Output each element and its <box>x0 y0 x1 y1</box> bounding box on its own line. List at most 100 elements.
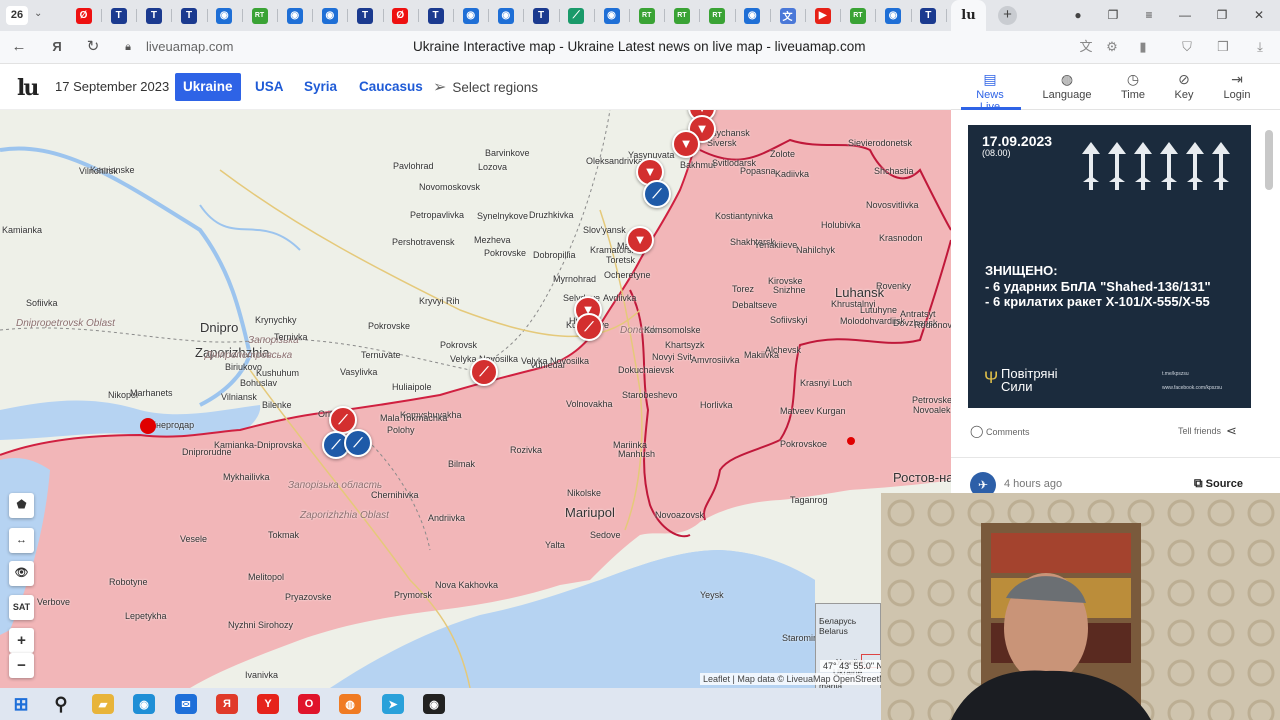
back-button[interactable]: ← <box>8 37 30 57</box>
browser-tab[interactable]: T <box>418 0 453 31</box>
lock-icon[interactable]: 🔒︎ <box>117 37 139 57</box>
site-logo[interactable]: lu <box>17 75 39 101</box>
city-label: Zaporizhzhia Oblast <box>300 510 389 521</box>
restore-button[interactable]: ❐ <box>1210 4 1234 26</box>
event-dot-marker[interactable] <box>847 437 855 445</box>
edge-icon[interactable]: ◉ <box>133 694 155 714</box>
shooting-marker[interactable]: ⟋ <box>643 180 671 208</box>
browser-tab[interactable]: Ø <box>383 0 418 31</box>
browser-tab[interactable]: RT <box>840 0 875 31</box>
browser-tab[interactable]: ◉ <box>207 0 242 31</box>
url-field[interactable]: liveuamap.com <box>146 39 233 54</box>
browser-tab[interactable]: ◉ <box>453 0 488 31</box>
collections-button-icon[interactable]: ❒ <box>1214 38 1232 56</box>
city-label: Robotyne <box>109 577 148 587</box>
search-icon[interactable]: ⚲ <box>50 694 72 714</box>
nav-key[interactable]: ⊘ Key <box>1169 69 1199 101</box>
mail-icon[interactable]: ✉ <box>175 694 197 714</box>
region-syria[interactable]: Syria <box>296 73 345 101</box>
explosion-marker[interactable]: ▼ <box>626 226 654 254</box>
browser-tab[interactable]: ◉ <box>488 0 523 31</box>
browser-tab[interactable]: ◉ <box>277 0 312 31</box>
telegram-icon[interactable]: ➤ <box>382 694 404 714</box>
share-icon[interactable]: ⋖ <box>1226 423 1237 439</box>
windows-icon[interactable]: ⊞ <box>10 694 32 714</box>
explosion-marker[interactable]: ▼ <box>672 130 700 158</box>
yandex-icon[interactable]: Я <box>216 694 238 714</box>
opera-icon[interactable]: O <box>298 694 320 714</box>
select-regions-button[interactable]: ➢ Select regions <box>433 77 538 97</box>
explorer-icon[interactable]: ▰ <box>92 694 114 714</box>
nav-language[interactable]: ◍ Language <box>1042 69 1092 101</box>
browser-tab[interactable]: T <box>524 0 559 31</box>
city-label: Komsomolske <box>644 325 701 335</box>
nav-login[interactable]: ⇥ Login <box>1219 69 1255 101</box>
chevron-down-icon[interactable]: ⌄ <box>34 8 42 19</box>
clock-icon: ◷ <box>1126 71 1140 87</box>
browser-tab[interactable]: RT <box>629 0 664 31</box>
city-label: Ternuvate <box>361 350 401 360</box>
source-link[interactable]: ⧉ Source <box>1194 476 1243 491</box>
extension-icon[interactable]: ⚙ <box>1103 38 1121 56</box>
zoom-out-button[interactable]: − <box>9 653 34 678</box>
zoom-in-button[interactable]: + <box>9 628 34 653</box>
browser-tab[interactable]: T <box>101 0 136 31</box>
city-label: Sievierodonetsk <box>848 138 913 148</box>
browser-tab[interactable]: T <box>136 0 171 31</box>
hide-layers-button[interactable]: 👁 <box>9 561 34 586</box>
minimize-button[interactable]: — <box>1173 4 1197 26</box>
region-caucasus[interactable]: Caucasus <box>351 73 431 101</box>
measure-button[interactable]: ↔ <box>9 528 34 553</box>
browser-tab[interactable]: ⟋ <box>559 0 594 31</box>
region-usa[interactable]: USA <box>247 73 292 101</box>
map[interactable]: Dnipro Запорізька Zaporizhzhia Donetsk Luhan… <box>0 110 951 688</box>
browser-tab[interactable]: Ø <box>66 0 101 31</box>
current-date[interactable]: 17 September 2023 <box>55 79 169 94</box>
satellite-toggle-button[interactable]: SAT <box>9 595 34 620</box>
map-canvas[interactable] <box>0 110 951 688</box>
event-dot-marker[interactable] <box>140 418 156 434</box>
news-image[interactable]: 17.09.2023 (08.00) ЗНИЩЕНО: - 6 ударних … <box>968 125 1251 408</box>
browser-tab[interactable]: ▶ <box>805 0 840 31</box>
feed-scrollbar[interactable] <box>1265 130 1273 190</box>
login-icon: ⇥ <box>1231 71 1243 87</box>
browser-tab[interactable]: T <box>348 0 383 31</box>
account-icon[interactable]: ● <box>1066 4 1090 26</box>
map-attribution[interactable]: Leaflet | Map data © LiveuaMap OpenStree… <box>700 673 900 685</box>
bookmark-icon[interactable]: ▮ <box>1134 38 1152 56</box>
tab-count-button[interactable]: 26 <box>6 6 28 25</box>
collections-icon[interactable]: ❐ <box>1101 4 1125 26</box>
browser-tab[interactable]: RT <box>700 0 735 31</box>
telegram-link: t.me/kpszsu <box>1162 371 1189 377</box>
browser-tab[interactable]: 文 <box>770 0 805 31</box>
translate-icon[interactable]: 文 <box>1077 38 1095 56</box>
nav-time[interactable]: ◷ Time <box>1118 69 1148 101</box>
draw-polygon-button[interactable]: ⬟ <box>9 493 34 518</box>
shooting-marker[interactable]: ⟋ <box>470 358 498 386</box>
city-label: Krasnodon <box>879 233 923 243</box>
browser-tab[interactable]: RT <box>664 0 699 31</box>
shooting-marker[interactable]: ⟋ <box>344 429 372 457</box>
comments-link[interactable]: ◯ Comments <box>970 424 1029 438</box>
browser-tab[interactable]: T <box>172 0 207 31</box>
tab-liveuamap[interactable]: lu <box>951 0 986 31</box>
browser-tab[interactable]: ◉ <box>876 0 911 31</box>
browser-tab[interactable]: ◉ <box>594 0 629 31</box>
opera-news-icon: Ø <box>75 7 92 24</box>
region-ukraine[interactable]: Ukraine <box>175 73 241 101</box>
close-button[interactable]: ✕ <box>1247 4 1271 26</box>
new-tab-button[interactable]: + <box>998 6 1017 25</box>
browser-tab[interactable]: T <box>911 0 946 31</box>
yandex-browser-icon[interactable]: Y <box>257 694 279 714</box>
firefox-icon[interactable]: ◍ <box>339 694 361 714</box>
download-icon[interactable]: ⤓ <box>1251 38 1269 56</box>
browser-tab[interactable]: ◉ <box>735 0 770 31</box>
shooting-marker[interactable]: ⟋ <box>575 313 603 341</box>
shield-icon[interactable]: ⛉ <box>1178 38 1196 56</box>
reload-button[interactable]: ↻ <box>82 37 104 57</box>
menu-icon[interactable]: ≡ <box>1137 4 1161 26</box>
browser-tab[interactable]: RT <box>242 0 277 31</box>
obs-icon[interactable]: ◉ <box>423 694 445 714</box>
browser-tab[interactable]: ◉ <box>312 0 347 31</box>
yandex-icon[interactable]: Я <box>46 37 68 57</box>
